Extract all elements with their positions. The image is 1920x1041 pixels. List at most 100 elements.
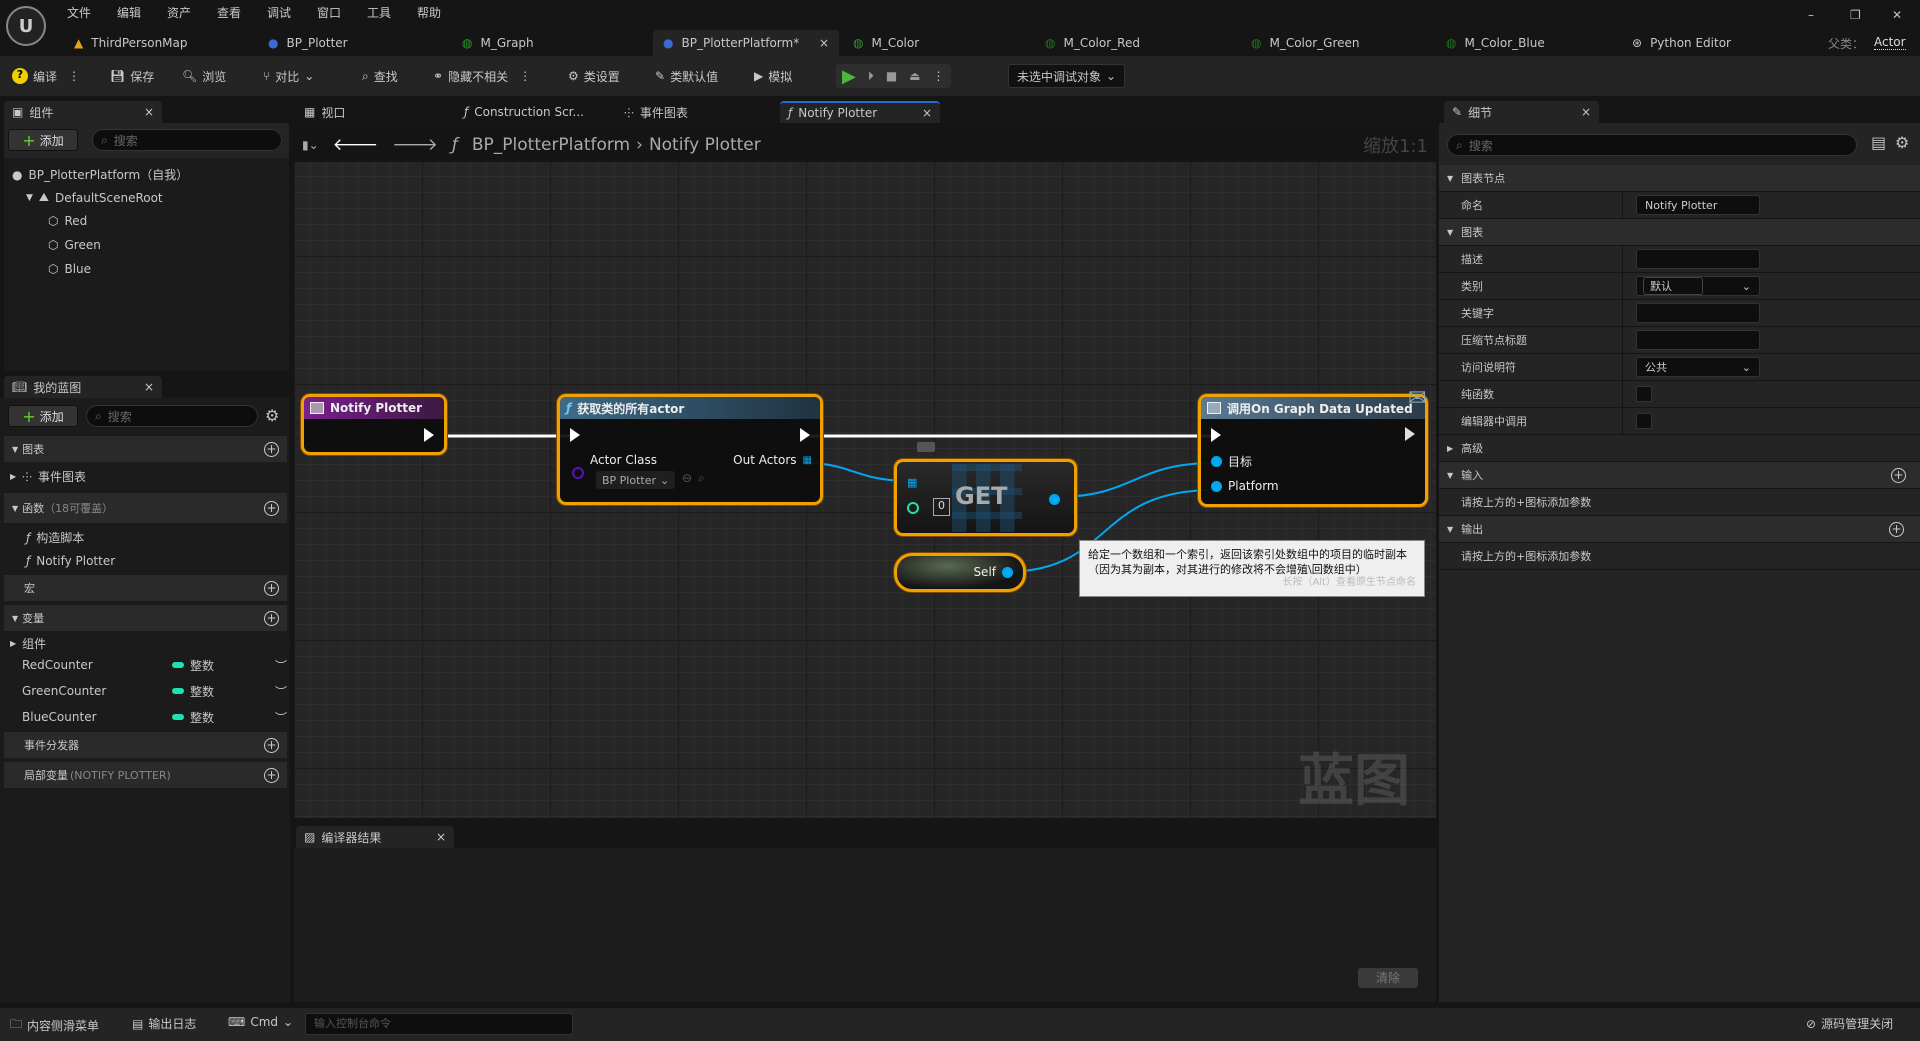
add-component-button[interactable]: + 添加	[8, 129, 78, 151]
exec-out-pin[interactable]	[1405, 427, 1415, 441]
section-graph-node[interactable]: ▼ 图表节点	[1439, 165, 1920, 192]
more-options-icon[interactable]: ⋮	[519, 69, 531, 83]
output-log-button[interactable]: ▤ 输出日志	[132, 1015, 196, 1032]
eye-closed-icon[interactable]: ︶	[275, 683, 287, 700]
gear-icon[interactable]: ⚙	[1895, 133, 1909, 152]
more-options-icon[interactable]: ⋮	[68, 69, 80, 83]
node-call-on-graph-data-updated[interactable]: 调用On Graph Data Updated 目标 Platform	[1198, 394, 1428, 507]
cmd-dropdown[interactable]: ⌨︎ Cmd ⌄	[228, 1015, 293, 1029]
close-icon[interactable]: ×	[922, 106, 932, 120]
add-dispatcher-icon[interactable]: +	[264, 737, 279, 753]
menu-file[interactable]: 文件	[67, 4, 91, 21]
actor-class-dropdown[interactable]: BP Plotter ⌄	[596, 471, 676, 489]
node-self[interactable]: Self	[894, 553, 1026, 592]
table-view-icon[interactable]: ▤	[1871, 133, 1886, 152]
section-local-variables[interactable]: 局部变量 (NOTIFY PLOTTER) +	[4, 762, 287, 788]
section-outputs[interactable]: ▼ 输出 +	[1439, 516, 1920, 543]
index-pin[interactable]	[907, 502, 919, 514]
section-functions[interactable]: ▼ 函数 （18可覆盖） +	[4, 493, 287, 523]
close-icon[interactable]: ×	[1581, 105, 1591, 119]
components-search-input[interactable]: ⌕ 搜索	[92, 129, 282, 151]
debug-target-dropdown[interactable]: 未选中调试对象 ⌄	[1008, 64, 1126, 88]
description-input[interactable]	[1636, 249, 1760, 269]
doc-tab-python-editor[interactable]: ⊛ Python Editor	[1622, 30, 1741, 56]
doc-tab-m-color-blue[interactable]: ◍ M_Color_Blue	[1436, 30, 1555, 56]
component-blue[interactable]: ⬡ Blue	[48, 262, 91, 276]
exec-in-pin[interactable]	[570, 428, 580, 442]
doc-tab-bp-plotter[interactable]: ● BP_Plotter	[258, 30, 358, 56]
play-icon[interactable]: ▶	[842, 66, 856, 87]
menu-view[interactable]: 查看	[217, 4, 241, 21]
tab-event-graph[interactable]: ⸭ 事件图表	[616, 101, 696, 123]
doc-tab-m-graph[interactable]: ◍ M_Graph	[452, 30, 544, 56]
find-button[interactable]: ⌕ 查找	[362, 64, 398, 88]
target-pin[interactable]: 目标	[1211, 453, 1252, 470]
array-in-pin[interactable]: ▦	[907, 476, 917, 489]
event-graph-item[interactable]: ▶ ⸭ 事件图表	[10, 468, 86, 485]
comment-bubble-icon[interactable]	[917, 442, 935, 452]
add-local-variable-icon[interactable]: +	[264, 767, 279, 783]
menu-help[interactable]: 帮助	[417, 4, 441, 21]
diff-button[interactable]: ⑂ 对比 ⌄	[263, 64, 314, 88]
close-window-button[interactable]: ✕	[1892, 8, 1902, 22]
section-macros[interactable]: 宏 +	[4, 575, 287, 601]
console-input[interactable]: 输入控制台命令	[305, 1013, 573, 1035]
hide-unrelated-button[interactable]: ⚭ 隐藏不相关 ⋮	[433, 64, 531, 88]
close-icon[interactable]: ×	[144, 105, 154, 119]
close-icon[interactable]: ×	[144, 380, 154, 394]
more-options-icon[interactable]: ⋮	[933, 69, 945, 83]
step-icon[interactable]: ⏵︎	[868, 69, 874, 84]
unreal-logo[interactable]: U	[6, 6, 46, 46]
source-control-button[interactable]: ⊘ 源码管理关闭	[1806, 1015, 1893, 1032]
eject-icon[interactable]: ⏏	[909, 69, 920, 83]
content-drawer-button[interactable]: 🗀︎ 内容侧滑菜单	[10, 1015, 99, 1036]
close-icon[interactable]: ×	[819, 36, 829, 50]
index-input[interactable]: 0	[933, 498, 950, 516]
variable-bluecounter[interactable]: BlueCounter 整数 ︶	[22, 705, 287, 729]
menu-asset[interactable]: 资产	[167, 4, 191, 21]
section-variables[interactable]: ▼ 变量 +	[4, 605, 287, 631]
section-graph[interactable]: ▼ 图表	[1439, 219, 1920, 246]
keywords-input[interactable]	[1636, 303, 1760, 323]
add-function-icon[interactable]: +	[264, 500, 279, 516]
menu-tools[interactable]: 工具	[367, 4, 391, 21]
compiler-results-tab[interactable]: ▨ 编译器结果 ×	[296, 826, 454, 848]
tab-construction-script[interactable]: ƒ Construction Scr...	[456, 101, 592, 123]
exec-out-pin[interactable]	[424, 428, 434, 442]
call-in-editor-checkbox[interactable]	[1636, 413, 1652, 429]
variable-category-components[interactable]: ▶ 组件	[10, 635, 46, 652]
section-advanced[interactable]: ▶ 高级	[1439, 435, 1920, 462]
my-blueprint-search-input[interactable]: ⌕ 搜索	[86, 405, 258, 427]
menu-edit[interactable]: 编辑	[117, 4, 141, 21]
menu-debug[interactable]: 调试	[267, 4, 291, 21]
gear-icon[interactable]: ⚙	[265, 406, 279, 425]
add-macro-icon[interactable]: +	[264, 580, 279, 596]
node-array-get[interactable]: GET ▦ 0	[894, 459, 1077, 536]
eye-closed-icon[interactable]: ︶	[275, 657, 287, 674]
add-member-button[interactable]: + 添加	[8, 405, 78, 427]
item-out-pin[interactable]	[1049, 494, 1060, 505]
add-input-icon[interactable]: +	[1891, 467, 1906, 483]
add-variable-icon[interactable]: +	[264, 610, 279, 626]
simulate-button[interactable]: ▶ 模拟	[754, 64, 792, 88]
doc-tab-thirdpersonmap[interactable]: ▲ ThirdPersonMap	[64, 30, 198, 56]
self-out-pin[interactable]	[1002, 566, 1013, 578]
doc-tab-m-color-red[interactable]: ◍ M_Color_Red	[1035, 30, 1150, 56]
out-actors-pin[interactable]: Out Actors ▦	[733, 453, 812, 467]
component-red[interactable]: ⬡ Red	[48, 214, 87, 228]
access-specifier-dropdown[interactable]: 公共 ⌄	[1636, 357, 1760, 377]
exec-in-pin[interactable]	[1211, 428, 1221, 442]
browse-button[interactable]: 🔍︎ 浏览	[182, 64, 226, 88]
add-output-icon[interactable]: +	[1889, 521, 1904, 537]
save-button[interactable]: 💾︎ 保存	[110, 64, 154, 88]
clear-button[interactable]: 清除	[1358, 968, 1418, 988]
details-tab[interactable]: ✎ 细节 ×	[1444, 101, 1599, 123]
minimize-button[interactable]: –	[1808, 8, 1814, 22]
compact-title-input[interactable]	[1636, 330, 1760, 350]
doc-tab-bp-plotterplatform[interactable]: ● BP_PlotterPlatform* ×	[653, 30, 839, 56]
node-get-all-actors-of-class[interactable]: ƒ 获取类的所有actor Actor Class BP Plotter ⌄ ⊖ ⌕…	[557, 394, 823, 505]
variable-greencounter[interactable]: GreenCounter 整数 ︶	[22, 679, 287, 703]
doc-tab-m-color[interactable]: ◍ M_Color	[843, 30, 929, 56]
variable-redcounter[interactable]: RedCounter 整数 ︶	[22, 653, 287, 677]
class-defaults-button[interactable]: ✎ 类默认值	[655, 64, 718, 88]
